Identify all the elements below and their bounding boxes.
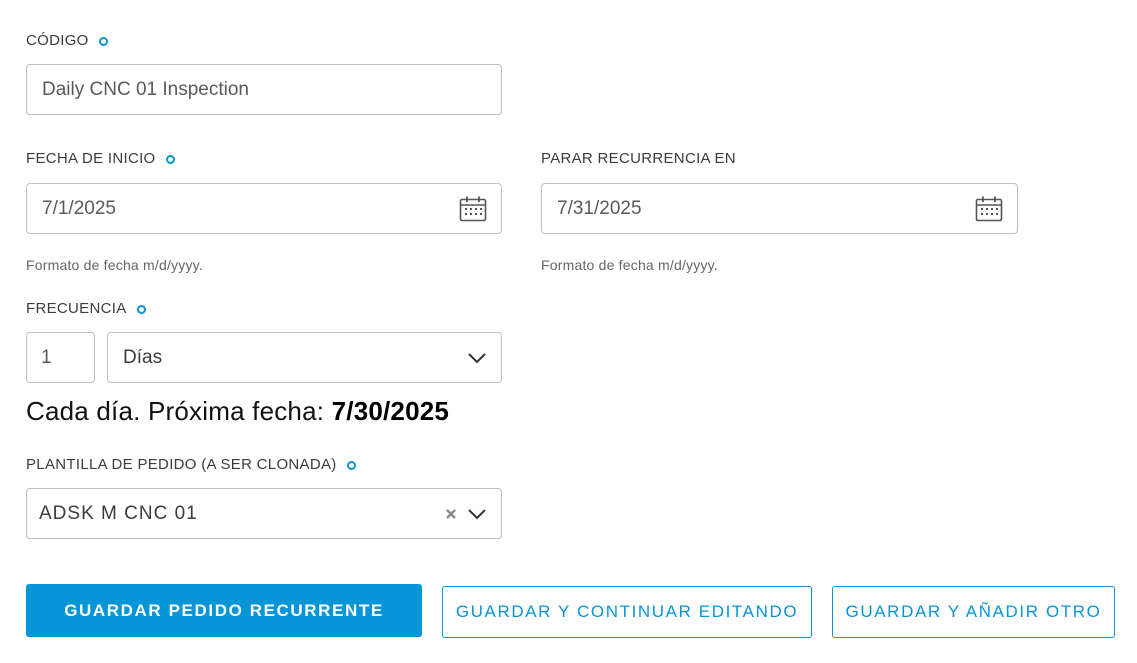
fecha-inicio-label: FECHA DE INICIO: [26, 150, 175, 168]
frecuencia-count-input[interactable]: 1: [26, 332, 95, 383]
frequency-summary: Cada día. Próxima fecha: 7/30/2025: [26, 396, 449, 427]
parar-recurrencia-label-text: PARAR RECURRENCIA EN: [541, 150, 736, 167]
parar-recurrencia-value[interactable]: 7/31/2025: [542, 198, 975, 220]
calendar-icon[interactable]: [459, 195, 487, 223]
save-recurring-order-button[interactable]: GUARDAR PEDIDO RECURRENTE: [26, 584, 422, 637]
codigo-label-text: CÓDIGO: [26, 32, 89, 49]
required-dot-icon: [136, 304, 146, 314]
codigo-value[interactable]: Daily CNC 01 Inspection: [27, 79, 501, 101]
save-recurring-label: GUARDAR PEDIDO RECURRENTE: [64, 600, 384, 620]
plantilla-select[interactable]: ADSK M CNC 01: [26, 488, 502, 539]
frecuencia-count-value[interactable]: 1: [27, 347, 94, 369]
chevron-down-icon[interactable]: [467, 508, 487, 520]
parar-recurrencia-input[interactable]: 7/31/2025: [541, 183, 1018, 234]
parar-recurrencia-hint: Formato de fecha m/d/yyyy.: [541, 257, 718, 273]
recurring-order-form: CÓDIGO Daily CNC 01 Inspection FECHA DE …: [0, 0, 1137, 663]
frecuencia-unit-select[interactable]: Días: [107, 332, 502, 383]
frecuencia-unit-value[interactable]: Días: [108, 347, 467, 369]
calendar-icon[interactable]: [975, 195, 1003, 223]
clear-x-icon[interactable]: [445, 508, 457, 520]
parar-recurrencia-label: PARAR RECURRENCIA EN: [541, 150, 736, 168]
required-dot-icon: [165, 154, 175, 164]
save-and-add-another-button[interactable]: GUARDAR Y AÑADIR OTRO: [832, 586, 1115, 638]
codigo-label: CÓDIGO: [26, 32, 108, 50]
frecuencia-label: FRECUENCIA: [26, 300, 146, 318]
fecha-inicio-value[interactable]: 7/1/2025: [27, 198, 459, 220]
required-dot-icon: [346, 460, 356, 470]
required-dot-icon: [98, 36, 108, 46]
codigo-input[interactable]: Daily CNC 01 Inspection: [26, 64, 502, 115]
summary-text: Cada día. Próxima fecha:: [26, 396, 332, 426]
save-add-label: GUARDAR Y AÑADIR OTRO: [845, 602, 1102, 621]
chevron-down-icon[interactable]: [467, 352, 487, 364]
fecha-inicio-input[interactable]: 7/1/2025: [26, 183, 502, 234]
save-and-continue-button[interactable]: GUARDAR Y CONTINUAR EDITANDO: [442, 586, 812, 638]
save-continue-label: GUARDAR Y CONTINUAR EDITANDO: [455, 602, 799, 621]
fecha-inicio-hint: Formato de fecha m/d/yyyy.: [26, 257, 203, 273]
fecha-inicio-label-text: FECHA DE INICIO: [26, 150, 156, 167]
plantilla-label: PLANTILLA DE PEDIDO (A SER CLONADA): [26, 456, 356, 474]
plantilla-label-text: PLANTILLA DE PEDIDO (A SER CLONADA): [26, 456, 337, 473]
next-date: 7/30/2025: [331, 396, 450, 426]
plantilla-value[interactable]: ADSK M CNC 01: [27, 503, 445, 525]
frecuencia-label-text: FRECUENCIA: [26, 300, 127, 317]
